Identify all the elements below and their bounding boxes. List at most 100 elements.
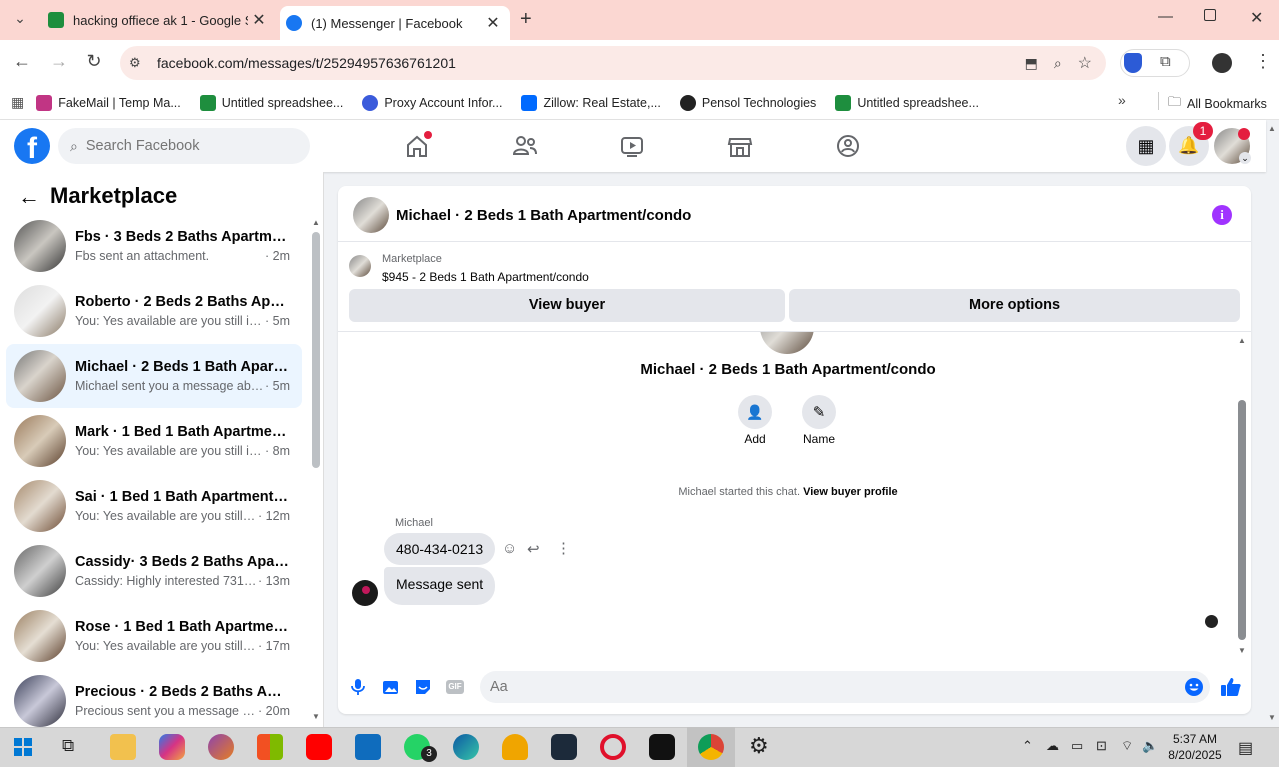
chat-title[interactable]: Michael · 2 Beds 1 Bath Apartment/condo — [396, 207, 691, 224]
volume-icon[interactable]: 🔈 — [1142, 738, 1158, 754]
chrome-icon[interactable] — [698, 734, 724, 760]
puzzle-extension-icon[interactable]: ⧉ — [1160, 53, 1171, 70]
add-button[interactable]: 👤 — [738, 395, 772, 429]
groups-icon[interactable] — [828, 130, 868, 162]
chat-scrollbar[interactable] — [1238, 400, 1246, 640]
system-tray-chevron-icon[interactable]: ⌃ — [1022, 738, 1033, 754]
chat-scroll-up-arrow-icon[interactable]: ▲ — [1238, 336, 1246, 345]
scroll-up-arrow-icon[interactable]: ▲ — [312, 218, 320, 227]
marketplace-icon[interactable] — [720, 130, 760, 162]
more-bookmarks-icon[interactable]: » — [1118, 92, 1126, 108]
sender-avatar[interactable] — [352, 580, 378, 606]
forward-arrow-icon[interactable]: → — [44, 51, 74, 72]
name-button[interactable]: ✎ — [802, 395, 836, 429]
conversation-item[interactable]: Fbs · 3 Beds 2 Baths Apartment/... Fbs se… — [6, 214, 302, 278]
bookmark-spreadsheet-2[interactable]: Untitled spreadshee... — [835, 94, 979, 111]
listing-thumbnail[interactable] — [349, 255, 371, 277]
back-arrow-icon[interactable]: ← — [7, 51, 37, 72]
more-options-button[interactable]: More options — [789, 289, 1240, 322]
youtube-icon[interactable] — [306, 734, 332, 760]
message-bubble[interactable]: Message sent — [384, 567, 496, 605]
view-buyer-profile-link[interactable]: View buyer profile — [803, 486, 898, 498]
sticker-icon[interactable] — [414, 678, 432, 696]
reload-icon[interactable]: ↻ — [79, 51, 109, 72]
account-chevron-icon[interactable]: ⌄ — [1239, 152, 1251, 164]
wifi-icon[interactable]: ⌔ — [1121, 738, 1133, 754]
bookmark-spreadsheet-1[interactable]: Untitled spreadshee... — [199, 94, 343, 111]
bookmark-proxy[interactable]: Proxy Account Infor... — [362, 94, 502, 111]
thumbs-up-icon[interactable] — [1220, 676, 1242, 698]
conversation-item[interactable]: Precious · 2 Beds 2 Baths Apart... Precio… — [6, 669, 302, 733]
app-icon[interactable] — [551, 734, 577, 760]
scroll-down-arrow-icon[interactable]: ▼ — [312, 712, 320, 721]
medal-app-icon[interactable] — [502, 734, 528, 760]
apps-grid-icon[interactable]: ▦ — [11, 94, 24, 111]
emoji-icon[interactable] — [1184, 677, 1204, 697]
windows-start-icon[interactable] — [14, 738, 32, 756]
react-smiley-icon[interactable]: ☺ — [502, 540, 517, 557]
close-tab-icon[interactable]: ✕ — [482, 13, 504, 33]
photo-icon[interactable] — [382, 678, 400, 696]
zoom-icon[interactable]: ⌕ — [1054, 55, 1062, 72]
more-actions-icon[interactable]: ⋮ — [556, 539, 571, 557]
app-icon[interactable] — [208, 734, 234, 760]
copilot-icon[interactable] — [159, 734, 185, 760]
tiktok-icon[interactable] — [649, 734, 675, 760]
message-input[interactable] — [490, 679, 1184, 695]
conversation-item[interactable]: Rose · 1 Bed 1 Bath Apartment/c... You: Y… — [6, 604, 302, 668]
address-bar[interactable]: ⚙ facebook.com/messages/t/25294957636761… — [120, 46, 1106, 80]
conversation-item[interactable]: Cassidy· 3 Beds 2 Baths Apartm... Cassidy… — [6, 539, 302, 603]
page-scroll-up-arrow-icon[interactable]: ▲ — [1268, 124, 1276, 133]
conversation-item[interactable]: Sai · 1 Bed 1 Bath Apartment/co... You: Y… — [6, 474, 302, 538]
friends-icon[interactable] — [505, 130, 545, 162]
task-view-icon[interactable]: ⧉ — [62, 736, 74, 756]
taskbar-clock[interactable]: 5:37 AM 8/20/2025 — [1160, 731, 1230, 763]
minimize-window-button[interactable]: — — [1158, 8, 1173, 25]
microphone-icon[interactable] — [350, 678, 366, 696]
onedrive-icon[interactable]: ☁ — [1046, 738, 1059, 754]
conversation-item[interactable]: Mark · 1 Bed 1 Bath Apartment/... You: Ye… — [6, 409, 302, 473]
bookmark-pensol[interactable]: Pensol Technologies — [679, 94, 816, 111]
conversation-item[interactable]: Roberto · 2 Beds 2 Baths Apart... You: Ye… — [6, 279, 302, 343]
chrome-profile-avatar[interactable] — [1212, 53, 1232, 73]
conversation-item-active[interactable]: Michael · 2 Beds 1 Bath Apartme... Michae… — [6, 344, 302, 408]
outlook-icon[interactable] — [355, 734, 381, 760]
settings-gear-icon[interactable]: ⚙ — [749, 733, 769, 759]
chat-avatar[interactable] — [353, 197, 389, 233]
network-device-icon[interactable]: ⊡ — [1096, 738, 1107, 754]
opera-icon[interactable] — [600, 734, 626, 760]
bookmark-fakemail[interactable]: FakeMail | Temp Ma... — [36, 94, 181, 111]
bookmark-star-icon[interactable]: ☆ — [1078, 53, 1092, 73]
page-scroll-down-arrow-icon[interactable]: ▼ — [1268, 713, 1276, 722]
restore-window-button[interactable] — [1204, 9, 1216, 21]
browser-tab-messenger[interactable]: (1) Messenger | Facebook ✕ — [280, 6, 510, 40]
view-buyer-button[interactable]: View buyer — [349, 289, 785, 322]
all-bookmarks-button[interactable]: 🗀 All Bookmarks — [1168, 93, 1267, 115]
new-tab-button[interactable]: + — [520, 8, 532, 31]
edge-icon[interactable] — [453, 734, 479, 760]
microsoft-store-icon[interactable] — [257, 734, 283, 760]
message-bubble[interactable]: 480-434-0213 — [384, 533, 496, 565]
message-composer[interactable] — [480, 671, 1210, 703]
close-tab-icon[interactable]: ✕ — [248, 10, 270, 30]
search-input[interactable] — [85, 138, 286, 154]
menu-grid-button[interactable]: ▦ — [1126, 126, 1166, 166]
listing-title[interactable]: $945 - 2 Beds 1 Bath Apartment/condo — [382, 270, 589, 284]
file-explorer-icon[interactable] — [110, 734, 136, 760]
sidebar-scrollbar[interactable] — [312, 232, 320, 468]
notifications-center-icon[interactable]: ▤ — [1238, 738, 1253, 758]
video-icon[interactable] — [612, 130, 652, 162]
chrome-menu-icon[interactable]: ⋮ — [1254, 51, 1272, 72]
bookmark-zillow[interactable]: Zillow: Real Estate,... — [521, 94, 661, 111]
back-arrow-icon[interactable]: ← — [18, 184, 40, 210]
facebook-logo-icon[interactable]: f — [14, 128, 50, 164]
chat-scroll-down-arrow-icon[interactable]: ▼ — [1238, 646, 1246, 655]
gif-icon[interactable]: GIF — [446, 680, 464, 694]
home-icon[interactable] — [397, 130, 437, 162]
shield-extension-icon[interactable] — [1124, 53, 1142, 73]
reply-icon[interactable]: ↩ — [527, 540, 540, 558]
site-info-icon[interactable]: ⚙ — [129, 55, 141, 71]
battery-icon[interactable]: ▭ — [1071, 738, 1083, 754]
close-window-button[interactable]: ✕ — [1250, 8, 1263, 28]
browser-tab-sheets[interactable]: hacking offiece ak 1 - Google Sh ✕ — [36, 0, 276, 40]
